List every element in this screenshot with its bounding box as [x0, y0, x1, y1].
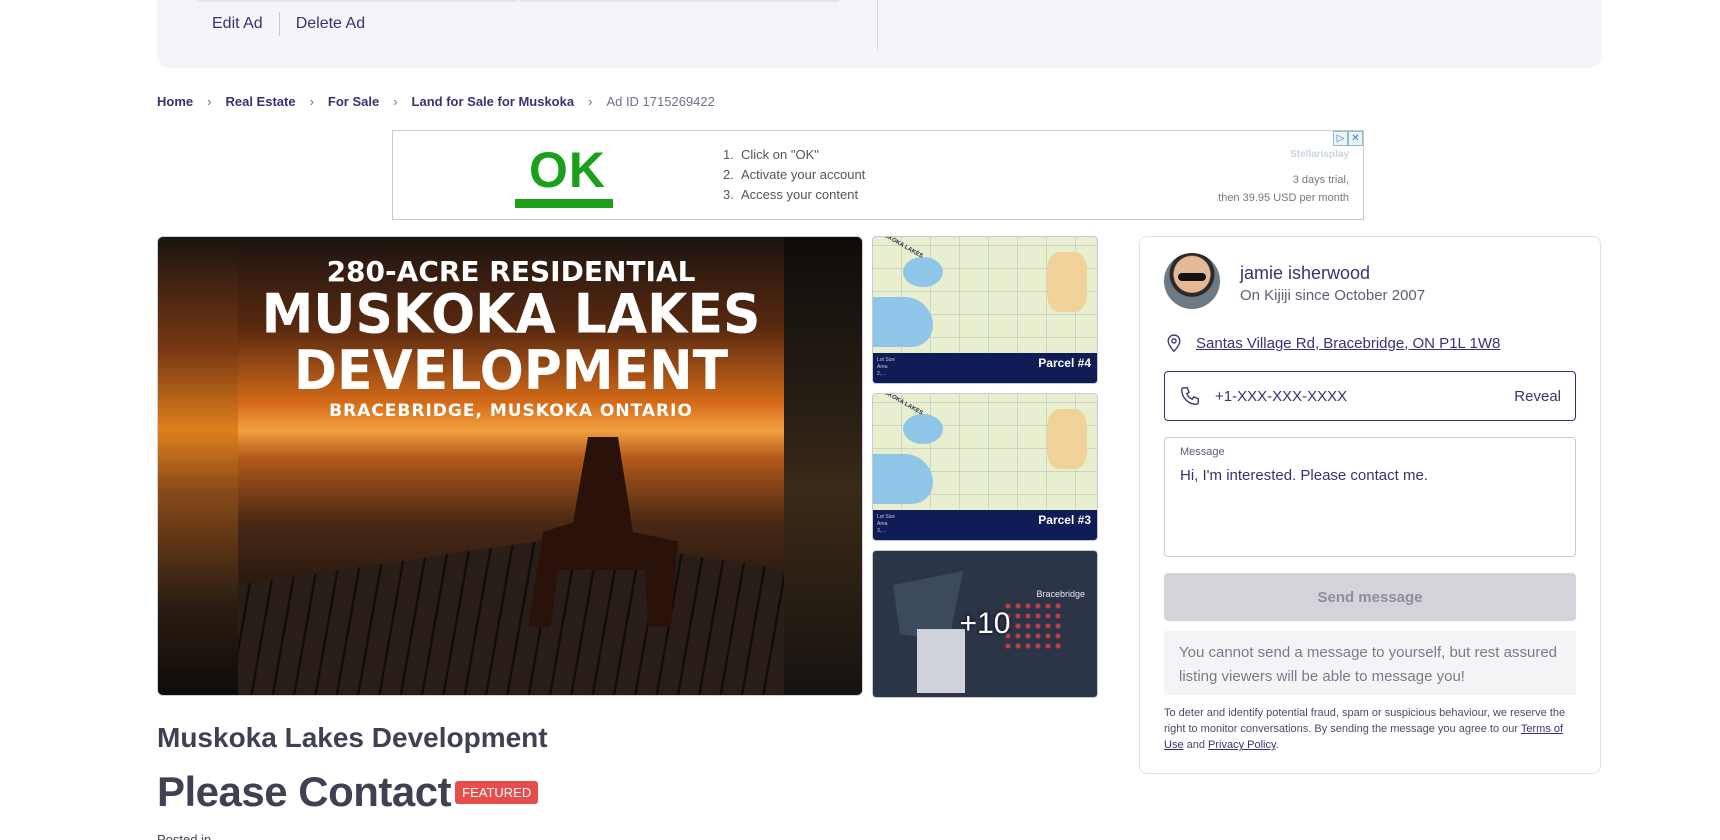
- listing-title: Muskoka Lakes Development: [157, 722, 548, 753]
- tab-underline: [197, 0, 517, 2]
- ad-controls: ▷ ✕: [1333, 131, 1363, 146]
- message-field[interactable]: Message Hi, I'm interested. Please conta…: [1164, 437, 1576, 557]
- ad-ok-button[interactable]: OK: [529, 141, 606, 199]
- gallery-thumb-parcel-3[interactable]: MUSKOKA LAKES Lot Size Area 3,… Parcel #3: [872, 393, 1098, 541]
- privacy-link[interactable]: Privacy Policy: [1208, 739, 1276, 751]
- breadcrumb-category[interactable]: Land for Sale for Muskoka: [412, 94, 575, 109]
- price-row: Please Contact FEATURED: [157, 768, 539, 816]
- divider: [278, 12, 280, 36]
- panel-divider: [877, 0, 878, 50]
- edit-ad-button[interactable]: Edit Ad: [212, 15, 263, 33]
- thumb-caption: Parcel #3: [1038, 513, 1091, 527]
- image-subtitle: BRACEBRIDGE, MUSKOKA ONTARIO: [329, 401, 693, 421]
- self-message-notice: You cannot send a message to yourself, b…: [1164, 631, 1576, 695]
- message-input[interactable]: Hi, I'm interested. Please contact me.: [1180, 467, 1560, 484]
- phone-icon: [1181, 387, 1199, 405]
- close-icon[interactable]: ✕: [1348, 131, 1363, 146]
- listing-location: Santas Village Rd, Bracebridge, ON P1L 1…: [1164, 333, 1500, 353]
- more-photos-count[interactable]: +10: [873, 551, 1097, 697]
- main-listing-image[interactable]: 280-ACRE RESIDENTIAL MUSKOKA LAKES DEVEL…: [157, 236, 863, 696]
- chevron-right-icon: ›: [588, 94, 593, 109]
- delete-ad-button[interactable]: Delete Ad: [296, 15, 365, 33]
- ad-brand-logo: Stellarisplay: [1290, 149, 1349, 160]
- gallery-thumb-parcel-4[interactable]: MUSKOKA LAKES Lot Size Area 2,… Parcel #4: [872, 236, 1098, 384]
- tab-underline: [519, 0, 839, 2]
- chevron-right-icon: ›: [309, 94, 314, 109]
- message-label: Message: [1180, 446, 1225, 458]
- phone-number: +1-XXX-XXX-XXXX: [1215, 387, 1348, 405]
- address-link[interactable]: Santas Village Rd, Bracebridge, ON P1L 1…: [1196, 335, 1500, 352]
- gallery-thumb-more[interactable]: Bracebridge +10: [872, 550, 1098, 698]
- send-message-button[interactable]: Send message: [1164, 573, 1576, 621]
- ad-id: Ad ID 1715269422: [606, 94, 715, 109]
- listing-price: Please Contact: [157, 768, 452, 815]
- advertisement-banner[interactable]: OK 1. Click on "OK" 2. Activate your accou…: [392, 130, 1364, 220]
- avatar[interactable]: [1164, 253, 1220, 309]
- featured-badge: FEATURED: [455, 780, 539, 804]
- ad-ok-underline: [515, 199, 613, 208]
- seller-name[interactable]: jamie isherwood: [1240, 263, 1370, 284]
- ad-trial-text: 3 days trial, then 39.95 USD per month: [1218, 174, 1349, 204]
- breadcrumb-home[interactable]: Home: [157, 94, 193, 109]
- legal-disclaimer: To deter and identify potential fraud, s…: [1164, 707, 1566, 751]
- seller-since: On Kijiji since October 2007: [1240, 287, 1426, 304]
- ad-step: 3. Access your content: [723, 187, 859, 202]
- location-pin-icon: [1167, 334, 1181, 353]
- phone-field[interactable]: +1-XXX-XXX-XXXX Reveal: [1164, 371, 1576, 421]
- image-title: MUSKOKA LAKES DEVELOPMENT: [261, 283, 761, 403]
- thumb-caption: Parcel #4: [1038, 356, 1091, 370]
- image-blur-edge: [158, 237, 238, 695]
- image-blur-edge: [782, 237, 862, 695]
- posted-in: Posted in...: [157, 832, 223, 840]
- thumb-caption-bar: Lot Size Area 3,… Parcel #3: [873, 510, 1097, 540]
- breadcrumb-for-sale[interactable]: For Sale: [328, 94, 379, 109]
- breadcrumb: Home › Real Estate › For Sale › Land for…: [157, 94, 715, 109]
- breadcrumb-real-estate[interactable]: Real Estate: [225, 94, 295, 109]
- seller-contact-card: jamie isherwood On Kijiji since October …: [1139, 236, 1601, 774]
- thumb-caption-bar: Lot Size Area 2,… Parcel #4: [873, 353, 1097, 383]
- ad-actions: Edit Ad Delete Ad: [212, 12, 365, 36]
- ad-step: 2. Activate your account: [723, 167, 866, 182]
- reveal-phone-button[interactable]: Reveal: [1514, 388, 1561, 405]
- ad-step: 1. Click on "OK": [723, 147, 819, 162]
- chevron-right-icon: ›: [393, 94, 398, 109]
- chevron-right-icon: ›: [207, 94, 212, 109]
- ad-actions-panel: Edit Ad Delete Ad: [157, 0, 1602, 68]
- ad-steps: 1. Click on "OK" 2. Activate your account …: [723, 145, 865, 205]
- ad-choices-icon[interactable]: ▷: [1333, 131, 1348, 146]
